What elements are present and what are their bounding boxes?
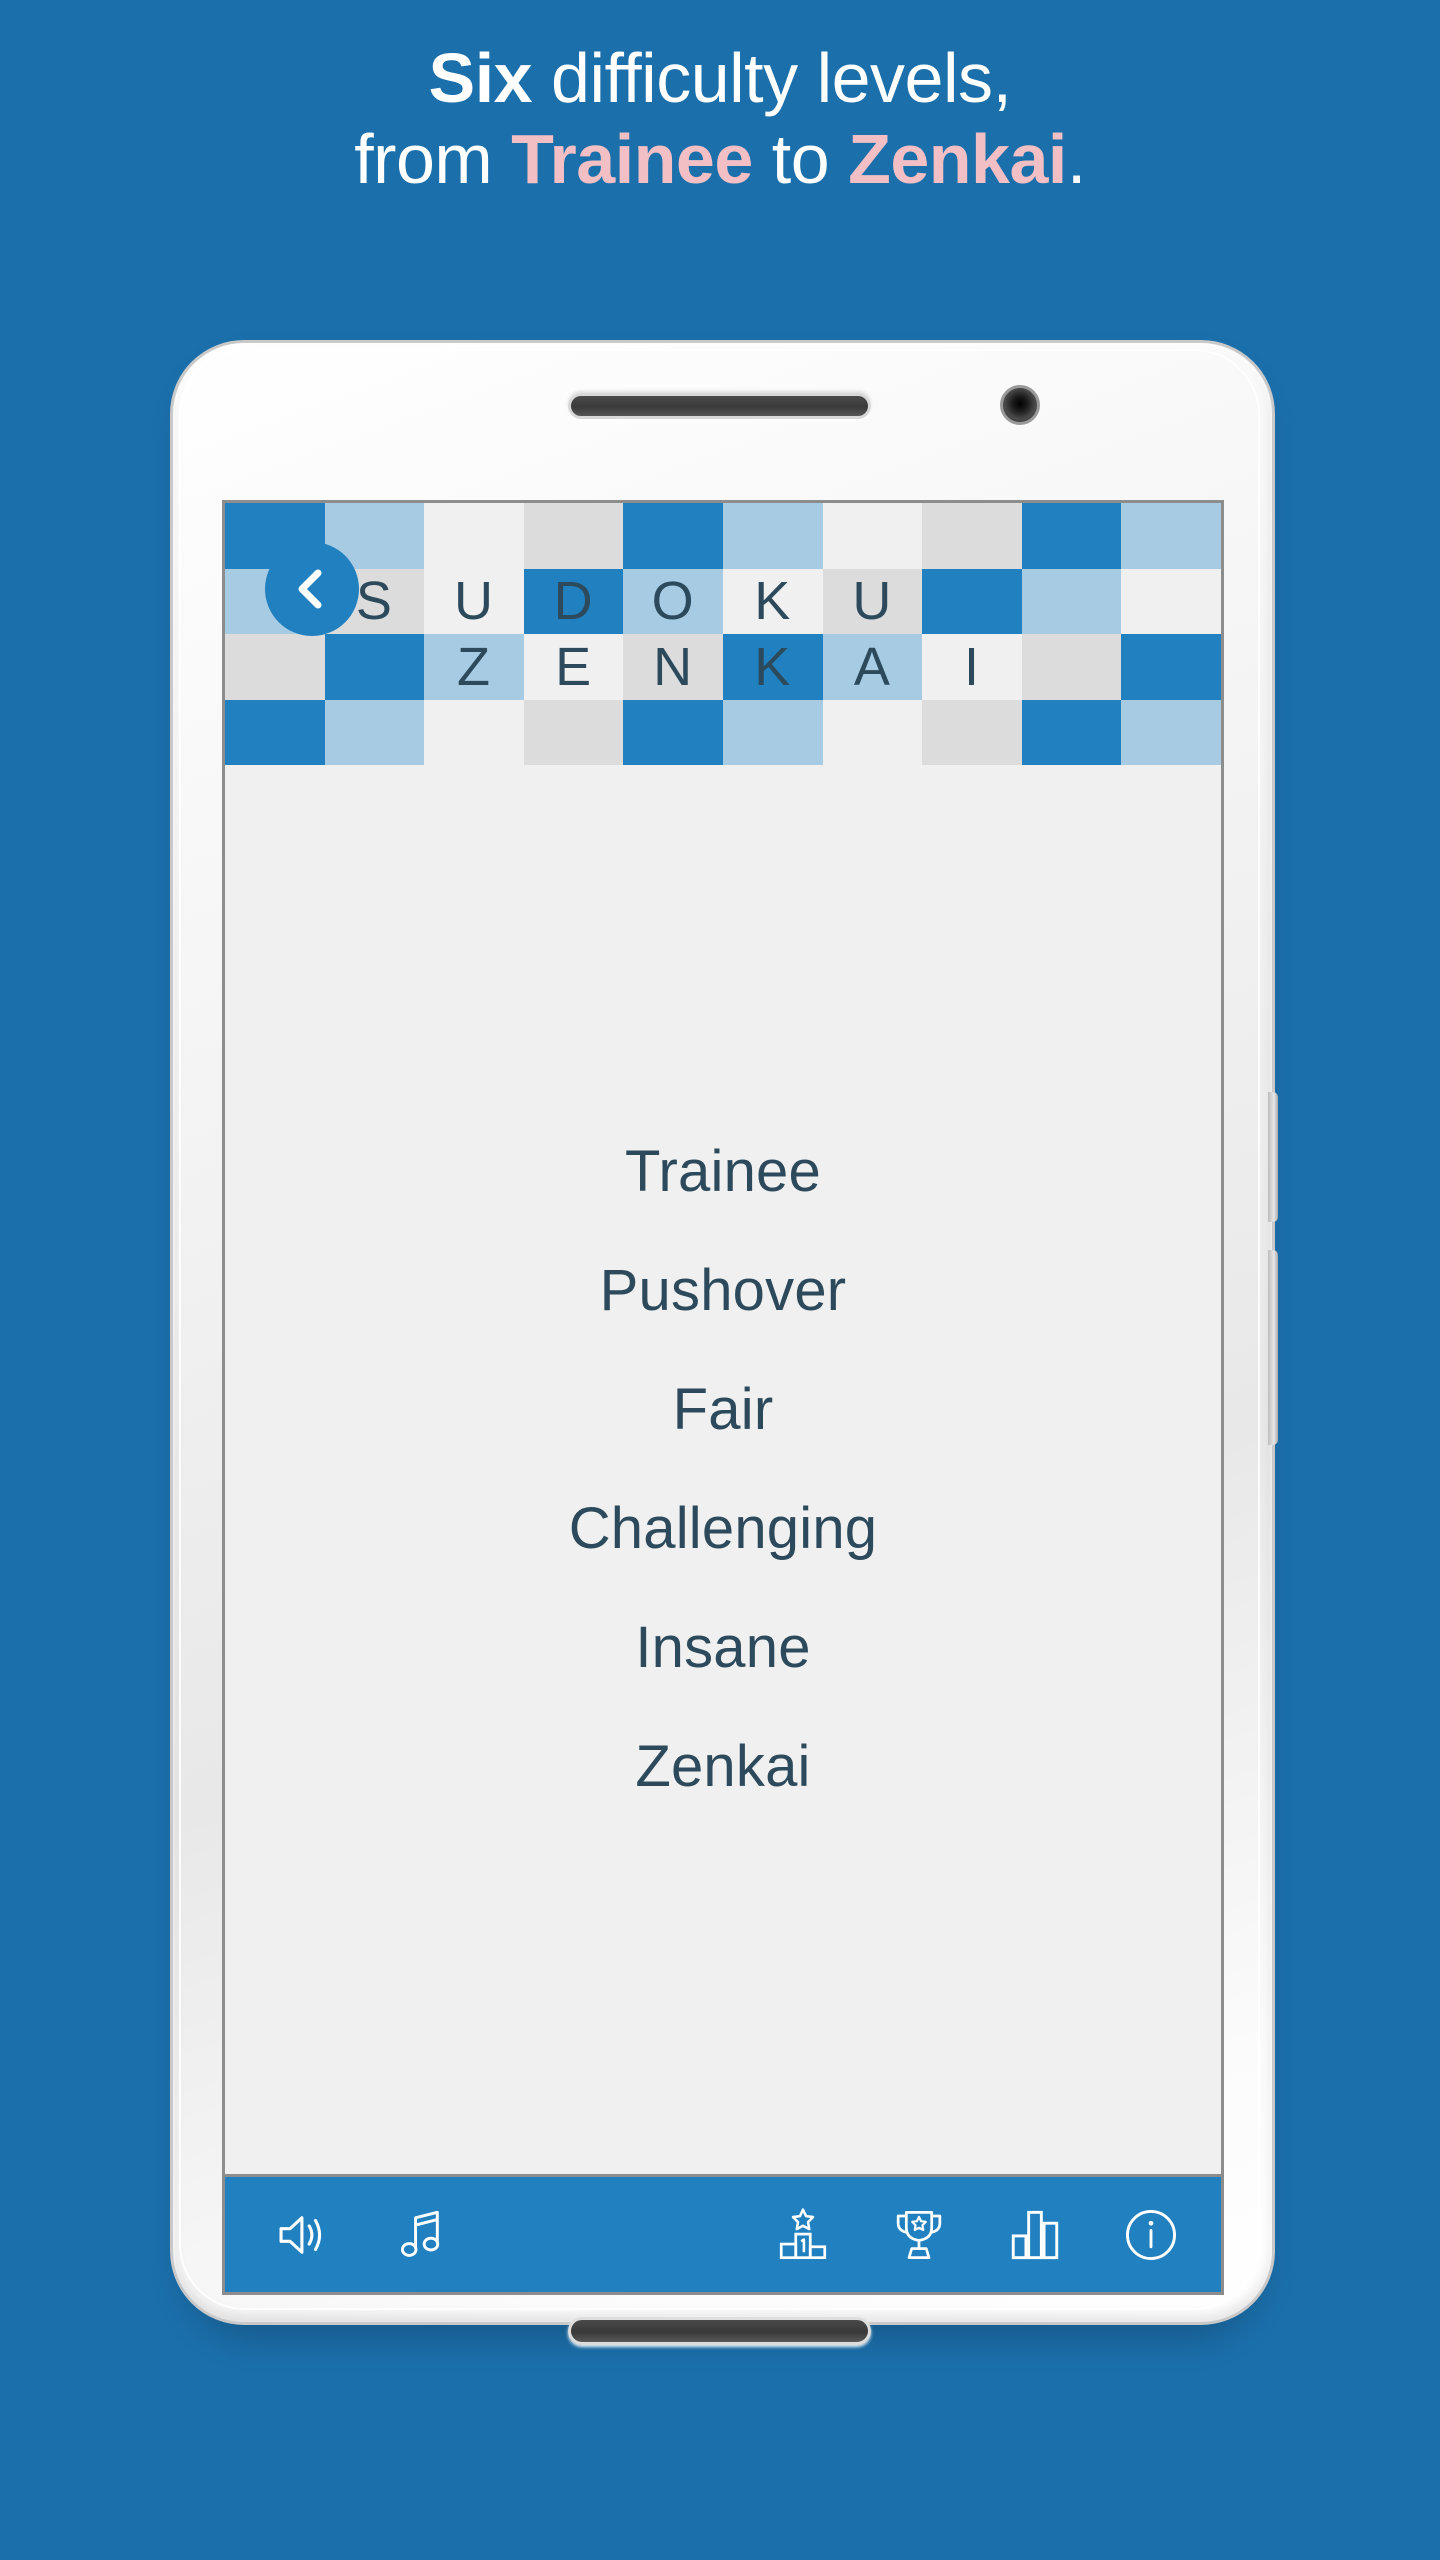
power-button[interactable] xyxy=(1268,1092,1278,1222)
mosaic-cell xyxy=(523,699,624,765)
mosaic-cell xyxy=(1121,568,1221,634)
mosaic-cell xyxy=(1021,699,1122,765)
title-letter: K xyxy=(754,571,792,632)
front-camera-icon xyxy=(1000,385,1040,425)
title-letter: Z xyxy=(456,636,491,697)
title-letter: A xyxy=(853,636,891,697)
sound-button[interactable] xyxy=(267,2201,335,2269)
back-chevron-icon xyxy=(298,569,322,609)
mosaic-cell xyxy=(225,699,325,765)
bar-chart-icon xyxy=(1011,2210,1059,2259)
title-letter: U xyxy=(852,571,893,632)
mosaic-cell: I xyxy=(922,634,1022,700)
mosaic-cell xyxy=(1121,503,1221,569)
difficulty-level-insane[interactable]: Insane xyxy=(225,1588,1221,1707)
app-screen: SUDOKUZ ENKA I Trainee Pushover Fair Challeng… xyxy=(222,500,1224,2295)
mosaic-cell xyxy=(623,699,723,765)
mosaic-cell xyxy=(1021,503,1122,569)
headline-zenkai: Zenkai xyxy=(848,120,1067,199)
headline-period: . xyxy=(1066,120,1086,199)
statistics-button[interactable] xyxy=(1001,2201,1069,2269)
mosaic-cell xyxy=(722,699,823,765)
headline-trainee: Trainee xyxy=(511,120,753,199)
mosaic-cell: U xyxy=(424,568,524,634)
mosaic-cell xyxy=(922,568,1022,634)
toolbar-left-group xyxy=(267,2201,455,2269)
headline-from: from xyxy=(354,120,512,199)
volume-button[interactable] xyxy=(1268,1250,1278,1445)
mosaic-cell xyxy=(523,503,624,569)
mosaic-cell xyxy=(1021,634,1122,700)
achievements-button[interactable] xyxy=(885,2201,953,2269)
title-letter: D xyxy=(553,571,594,632)
title-letter: I xyxy=(963,636,980,697)
info-icon xyxy=(1125,2209,1177,2260)
headline-line-1-rest: difficulty levels, xyxy=(532,39,1012,117)
mosaic-cell xyxy=(424,699,524,765)
mosaic-cell xyxy=(822,699,923,765)
podium-icon xyxy=(779,2207,827,2259)
mosaic-cell: N xyxy=(623,634,723,700)
mosaic-cell: U xyxy=(822,568,923,634)
title-letter: E xyxy=(555,636,593,697)
mosaic-row xyxy=(225,503,1221,569)
mosaic-cell xyxy=(623,503,723,569)
mosaic-cell xyxy=(722,503,823,569)
mosaic-cell xyxy=(822,503,923,569)
bottom-speaker-icon xyxy=(568,2317,871,2345)
title-letter: K xyxy=(754,636,792,697)
mosaic-cell: Z xyxy=(424,634,524,700)
difficulty-level-list: Trainee Pushover Fair Challenging Insane Zenk… xyxy=(225,765,1221,2172)
headline-line-2: from Trainee to Zenkai. xyxy=(0,119,1440,200)
app-header-mosaic: SUDOKUZ ENKA I xyxy=(225,503,1221,765)
difficulty-level-challenging[interactable]: Challenging xyxy=(225,1469,1221,1588)
toolbar-right-group xyxy=(769,2201,1185,2269)
bottom-toolbar xyxy=(225,2174,1221,2292)
trophy-icon xyxy=(896,2210,942,2259)
headline-six: Six xyxy=(428,39,533,117)
mosaic-row: SUDOKU xyxy=(225,568,1221,634)
difficulty-level-zenkai[interactable]: Zenkai xyxy=(225,1707,1221,1826)
mosaic-cell xyxy=(225,634,325,700)
music-icon xyxy=(400,2210,440,2257)
headline: Six difficulty levels, from Trainee to Z… xyxy=(0,38,1440,200)
mosaic-cell: E xyxy=(523,634,624,700)
mosaic-row: Z ENKA I xyxy=(225,634,1221,700)
mosaic-cell: K xyxy=(722,568,823,634)
headline-line-1: Six difficulty levels, xyxy=(0,38,1440,119)
mosaic-cell: A xyxy=(822,634,923,700)
title-letter: U xyxy=(453,571,494,632)
mosaic-cell xyxy=(1021,568,1122,634)
music-button[interactable] xyxy=(387,2201,455,2269)
mosaic-cell: D xyxy=(523,568,624,634)
mosaic-cell xyxy=(324,699,425,765)
title-letter: N xyxy=(653,636,694,697)
difficulty-level-pushover[interactable]: Pushover xyxy=(225,1231,1221,1350)
difficulty-level-fair[interactable]: Fair xyxy=(225,1350,1221,1469)
headline-to: to xyxy=(752,120,849,199)
mosaic-cell xyxy=(324,634,425,700)
mosaic-cell xyxy=(922,699,1022,765)
earpiece-speaker-icon xyxy=(568,393,871,419)
difficulty-level-trainee[interactable]: Trainee xyxy=(225,1112,1221,1231)
mosaic-cell xyxy=(424,503,524,569)
mosaic-cell: K xyxy=(722,634,823,700)
info-button[interactable] xyxy=(1117,2201,1185,2269)
back-button[interactable] xyxy=(265,542,359,636)
sound-icon xyxy=(279,2215,322,2254)
mosaic-row xyxy=(225,699,1221,765)
mosaic-cell: O xyxy=(623,568,723,634)
mosaic-cell xyxy=(1121,699,1221,765)
title-letter: O xyxy=(651,571,695,632)
mosaic-cell xyxy=(922,503,1022,569)
leaderboard-button[interactable] xyxy=(769,2201,837,2269)
mosaic-cell xyxy=(1121,634,1221,700)
